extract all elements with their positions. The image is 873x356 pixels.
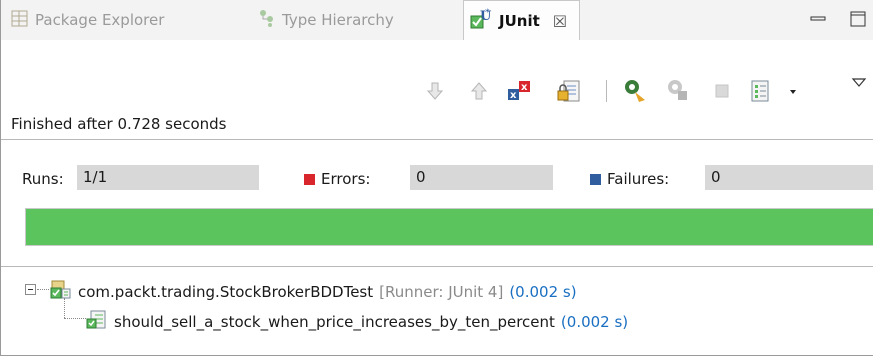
- toolbar-separator: [606, 80, 607, 102]
- failures-value: 0: [705, 165, 873, 190]
- test-success-icon: [86, 310, 108, 334]
- tree-connector: [37, 289, 49, 290]
- tab-package-explorer[interactable]: Package Explorer: [11, 0, 164, 40]
- test-time: (0.002 s): [560, 313, 629, 331]
- runs-label: Runs:: [22, 170, 64, 188]
- minimize-icon[interactable]: [809, 10, 827, 28]
- tab-label: JUnit: [499, 12, 540, 30]
- view-menu-icon[interactable]: [846, 70, 872, 96]
- tab-label: Package Explorer: [35, 11, 165, 29]
- type-hierarchy-icon: [259, 9, 275, 31]
- stop-icon[interactable]: [709, 78, 735, 104]
- tab-type-hierarchy[interactable]: Type Hierarchy: [259, 0, 394, 40]
- divider: [1, 139, 873, 140]
- history-dropdown-icon[interactable]: [780, 78, 806, 104]
- tree-item-suite[interactable]: com.packt.trading.StockBrokerBDDTest [Ru…: [50, 280, 577, 304]
- run-status-text: Finished after 0.728 seconds: [11, 115, 227, 133]
- previous-failure-icon[interactable]: [466, 78, 492, 104]
- rerun-failures-first-icon[interactable]: [666, 78, 692, 104]
- divider: [1, 266, 873, 267]
- runs-value: 1/1: [77, 165, 259, 190]
- test-run-history-icon[interactable]: [748, 78, 774, 104]
- test-name: should_sell_a_stock_when_price_increases…: [114, 313, 555, 331]
- suite-runner: [Runner: JUnit 4]: [379, 283, 504, 301]
- svg-text:*: *: [485, 8, 490, 18]
- errors-label: Errors:: [304, 170, 370, 188]
- collapse-toggle[interactable]: [25, 284, 36, 295]
- package-explorer-icon: [11, 10, 28, 31]
- scroll-lock-icon[interactable]: [556, 78, 582, 104]
- failure-icon: [590, 174, 601, 185]
- show-failures-only-icon[interactable]: xx: [507, 78, 533, 104]
- svg-text:x: x: [521, 82, 528, 93]
- errors-value: 0: [410, 165, 553, 190]
- error-icon: [304, 174, 315, 185]
- suite-time: (0.002 s): [509, 283, 577, 301]
- progress-fill: [26, 209, 873, 245]
- maximize-icon[interactable]: [849, 10, 867, 28]
- close-tab-icon[interactable]: ☒: [553, 12, 567, 31]
- tab-junit[interactable]: U * JUnit ☒: [463, 0, 581, 41]
- rerun-test-icon[interactable]: [623, 78, 649, 104]
- test-suite-success-icon: [50, 280, 72, 304]
- tree-item-test[interactable]: should_sell_a_stock_when_price_increases…: [86, 310, 628, 334]
- junit-icon: U *: [470, 8, 492, 34]
- next-failure-icon[interactable]: [422, 78, 448, 104]
- test-progress-bar: [25, 208, 873, 246]
- tree-connector: [64, 318, 86, 319]
- tab-label: Type Hierarchy: [282, 11, 394, 29]
- suite-name: com.packt.trading.StockBrokerBDDTest: [78, 283, 374, 301]
- svg-text:x: x: [510, 90, 517, 101]
- view-tab-bar: Package Explorer Type Hierarchy U * JUnit…: [1, 0, 873, 41]
- failures-label: Failures:: [590, 170, 669, 188]
